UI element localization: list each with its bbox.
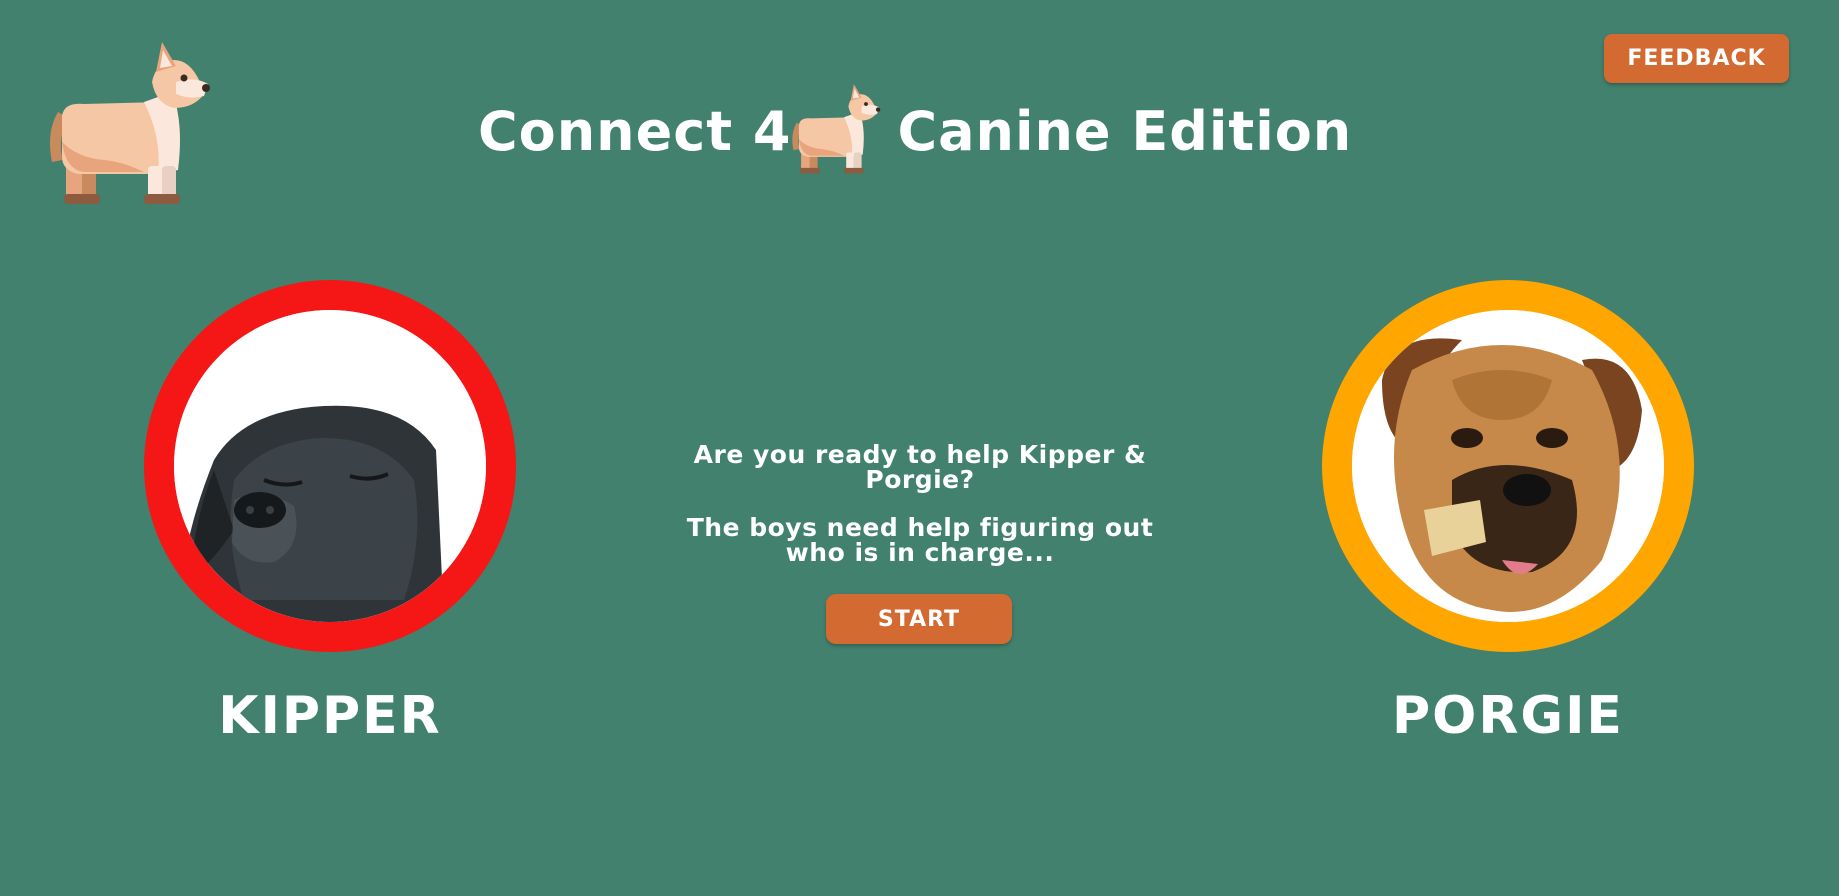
corgi-logo-icon <box>44 42 244 212</box>
title-text-part1: Connect 4 <box>478 99 792 163</box>
porgie-photo <box>1352 310 1664 622</box>
intro-line: who is in charge... <box>785 538 1055 567</box>
start-button[interactable]: START <box>826 594 1012 644</box>
kipper-photo <box>174 310 486 622</box>
page-title: Connect 4 Canine Edition <box>478 76 1352 186</box>
player-name-kipper: KIPPER <box>218 686 442 746</box>
feedback-button[interactable]: FEEDBACK <box>1604 34 1789 83</box>
intro-line: Porgie? <box>865 465 975 494</box>
corgi-icon <box>789 81 899 181</box>
title-text-part2: Canine Edition <box>897 99 1353 163</box>
intro-message: Are you ready to help Kipper & Porgie? T… <box>640 442 1200 565</box>
player-avatar-porgie <box>1322 280 1694 652</box>
intro-line: The boys need help figuring out <box>686 513 1154 542</box>
player-avatar-kipper <box>144 280 516 652</box>
intro-line: Are you ready to help Kipper & <box>693 440 1147 469</box>
player-name-porgie: PORGIE <box>1392 686 1624 746</box>
